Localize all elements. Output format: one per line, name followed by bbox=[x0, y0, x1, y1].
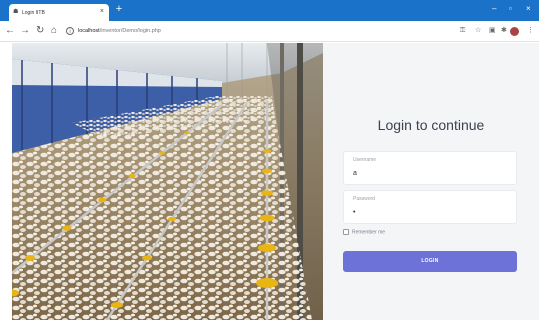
back-icon[interactable]: ← bbox=[5, 25, 15, 37]
tab-close-icon[interactable]: × bbox=[100, 8, 104, 15]
username-field[interactable]: Username a bbox=[343, 151, 517, 185]
new-tab-icon[interactable]: + bbox=[113, 4, 125, 16]
maximize-icon[interactable]: ▫ bbox=[509, 5, 512, 13]
forward-icon[interactable]: → bbox=[20, 25, 30, 37]
background-photo bbox=[12, 43, 323, 320]
browser-toolbar: ← → ↻ ⌂ i localhost/inventor/Demo/login.… bbox=[0, 21, 539, 42]
star-icon[interactable]: ☆ bbox=[475, 27, 481, 35]
info-icon[interactable]: i bbox=[66, 27, 74, 35]
puzzle-icon[interactable]: ✱ bbox=[501, 27, 507, 35]
key-icon[interactable]: ⚿ bbox=[460, 27, 465, 35]
remember-me-option[interactable]: Remember me bbox=[343, 229, 385, 235]
url-host: localhost bbox=[78, 28, 100, 34]
tab-title: Login IITB bbox=[22, 10, 45, 16]
remember-me-label: Remember me bbox=[352, 229, 386, 236]
browser-tab[interactable]: ☗ Login IITB × bbox=[9, 4, 109, 21]
avatar[interactable] bbox=[510, 27, 519, 36]
remember-me-checkbox[interactable] bbox=[343, 229, 349, 235]
address-bar[interactable]: localhost/inventor/Demo/login.php bbox=[78, 28, 161, 34]
window-close-icon[interactable]: × bbox=[526, 5, 531, 13]
tab-favicon-icon: ☗ bbox=[13, 9, 19, 15]
login-button[interactable]: LOGIN bbox=[343, 251, 517, 272]
reload-icon[interactable]: ↻ bbox=[36, 25, 44, 37]
login-panel: Login to continue Username a Password • … bbox=[323, 43, 539, 320]
poultry-house-image bbox=[12, 43, 323, 320]
extension-icon[interactable]: ▣ bbox=[489, 27, 496, 35]
password-label: Password bbox=[353, 196, 375, 202]
username-label: Username bbox=[353, 157, 377, 163]
menu-icon[interactable]: ⋮ bbox=[527, 27, 534, 35]
url-path: /inventor/Demo/login.php bbox=[99, 28, 161, 34]
password-field[interactable]: Password • bbox=[343, 190, 517, 224]
minimize-icon[interactable]: – bbox=[492, 5, 496, 13]
username-input[interactable]: a bbox=[353, 170, 357, 177]
browser-tabbar: ☗ Login IITB × + – ▫ × bbox=[0, 0, 539, 21]
login-title: Login to continue bbox=[377, 117, 485, 133]
password-input[interactable]: • bbox=[353, 209, 355, 216]
home-icon[interactable]: ⌂ bbox=[51, 25, 57, 37]
